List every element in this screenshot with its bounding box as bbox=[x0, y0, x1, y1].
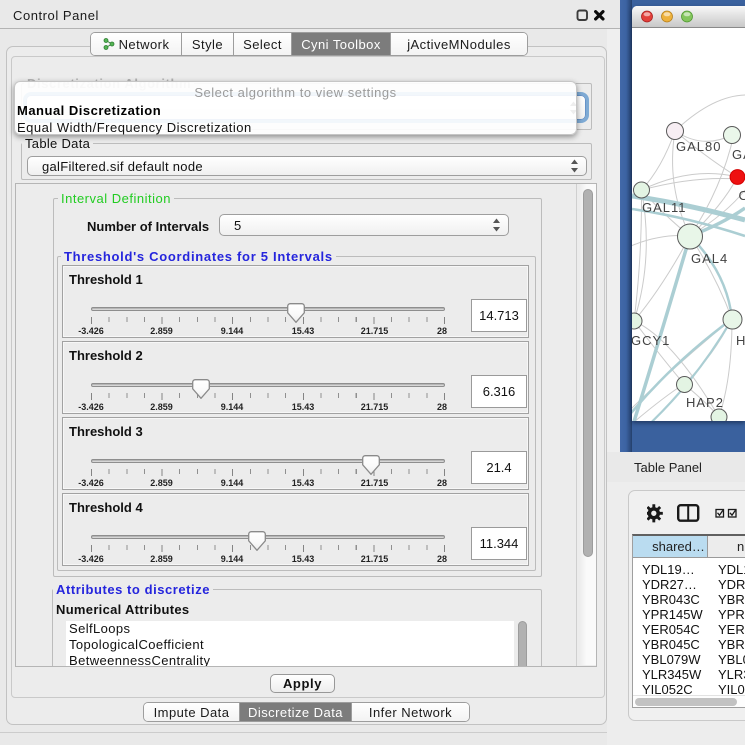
svg-text:GA: GA bbox=[732, 147, 745, 162]
svg-text:HAP2: HAP2 bbox=[686, 395, 724, 410]
svg-text:GCY1: GCY1 bbox=[632, 333, 670, 348]
svg-text:H: H bbox=[736, 333, 745, 348]
svg-text:GAL11: GAL11 bbox=[642, 200, 687, 215]
svg-text:GAL4: GAL4 bbox=[691, 251, 728, 266]
svg-text:GAL80: GAL80 bbox=[676, 139, 721, 154]
svg-text:C: C bbox=[739, 188, 745, 203]
